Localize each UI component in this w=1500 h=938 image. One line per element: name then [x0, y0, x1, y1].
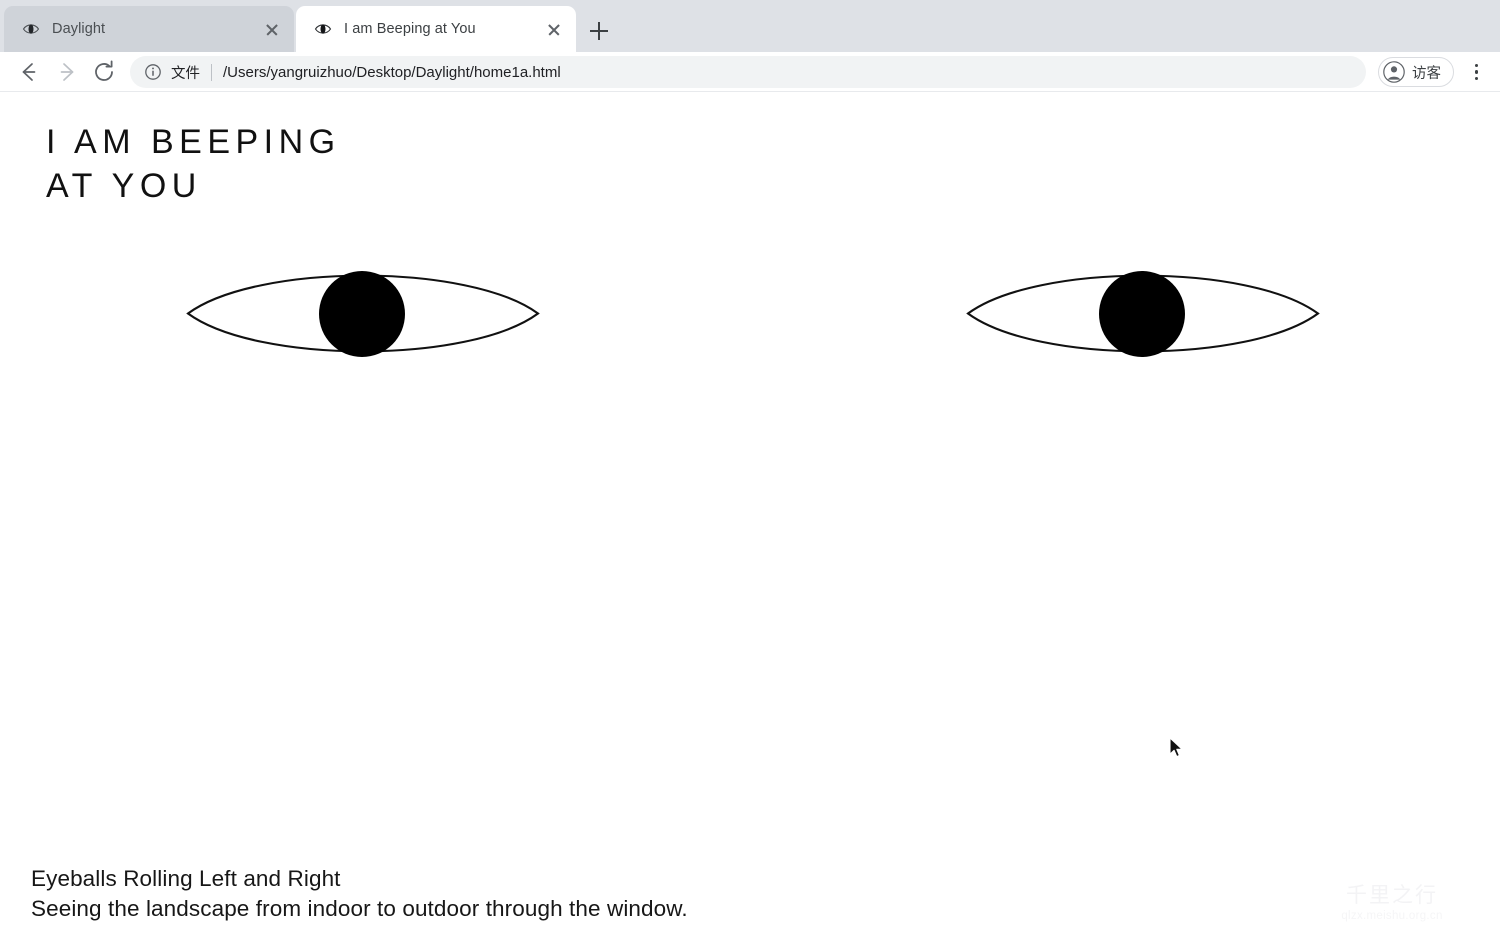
eye-icon [22, 24, 40, 34]
tab-daylight[interactable]: Daylight [4, 6, 294, 52]
reload-button[interactable] [90, 58, 118, 86]
pupil [1099, 271, 1185, 357]
omnibox-url-text: /Users/yangruizhuo/Desktop/Daylight/home… [223, 63, 561, 81]
omnibox-divider [211, 63, 212, 81]
forward-button[interactable] [54, 58, 82, 86]
tab-close-button[interactable] [262, 19, 282, 39]
page-title: I AM BEEPING AT YOU [46, 123, 341, 205]
back-button[interactable] [14, 58, 42, 86]
info-circle-icon[interactable] [144, 63, 162, 81]
browser-toolbar: 文件 /Users/yangruizhuo/Desktop/Daylight/h… [0, 52, 1500, 92]
left-eye [186, 270, 540, 362]
omnibox-scheme-label: 文件 [171, 65, 200, 82]
tab-strip: Daylight I am Beeping at You [0, 0, 1500, 52]
mouse-cursor [1169, 737, 1183, 758]
watermark-mark: 千里之行 [1346, 884, 1438, 907]
right-eye [966, 270, 1320, 362]
new-tab-button[interactable] [586, 18, 612, 44]
watermark-url: qlzx.meishu.org.cn [1341, 910, 1443, 922]
browser-window: Daylight I am Beeping at You 文件 /Users/y… [0, 0, 1500, 938]
pupil [319, 271, 405, 357]
watermark: 千里之行 qlzx.meishu.org.cn [1312, 884, 1472, 924]
page-viewport: I AM BEEPING AT YOU Eyeballs Rolling Lef… [0, 93, 1500, 938]
address-bar[interactable]: 文件 /Users/yangruizhuo/Desktop/Daylight/h… [130, 56, 1366, 88]
eye-graphic [966, 271, 1320, 357]
tab-title: Daylight [52, 21, 106, 37]
eye-graphic [186, 271, 540, 357]
tab-i-am-beeping-at-you[interactable]: I am Beeping at You [296, 6, 576, 52]
profile-label: 访客 [1412, 65, 1441, 82]
tab-title: I am Beeping at You [344, 21, 476, 37]
tab-close-button[interactable] [544, 19, 564, 39]
profile-button[interactable]: 访客 [1378, 57, 1454, 87]
page-caption: Eyeballs Rolling Left and Right Seeing t… [31, 866, 688, 921]
browser-menu-button[interactable] [1464, 60, 1488, 84]
arrow-left-icon [22, 63, 36, 81]
reload-icon [95, 60, 113, 81]
arrow-right-icon [60, 63, 74, 81]
person-icon [1383, 61, 1405, 83]
eye-icon [314, 24, 332, 34]
